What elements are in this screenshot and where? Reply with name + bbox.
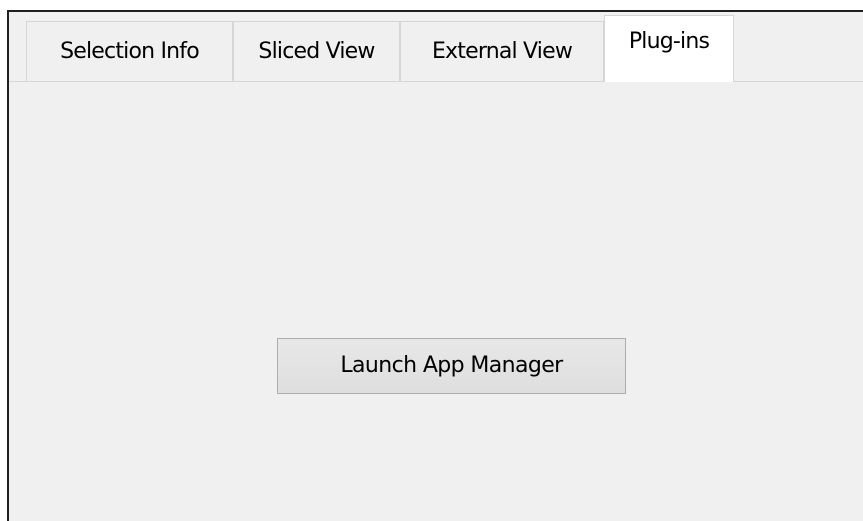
tab-external-view[interactable]: External View bbox=[400, 21, 604, 81]
tab-bar: Selection Info Sliced View External View… bbox=[9, 12, 863, 82]
tab-selection-info[interactable]: Selection Info bbox=[26, 21, 233, 81]
tab-plug-ins[interactable]: Plug-ins bbox=[604, 15, 734, 82]
tab-sliced-view[interactable]: Sliced View bbox=[233, 21, 400, 81]
plugin-panel: Selection Info Sliced View External View… bbox=[7, 10, 863, 521]
launch-app-manager-button[interactable]: Launch App Manager bbox=[277, 338, 626, 394]
